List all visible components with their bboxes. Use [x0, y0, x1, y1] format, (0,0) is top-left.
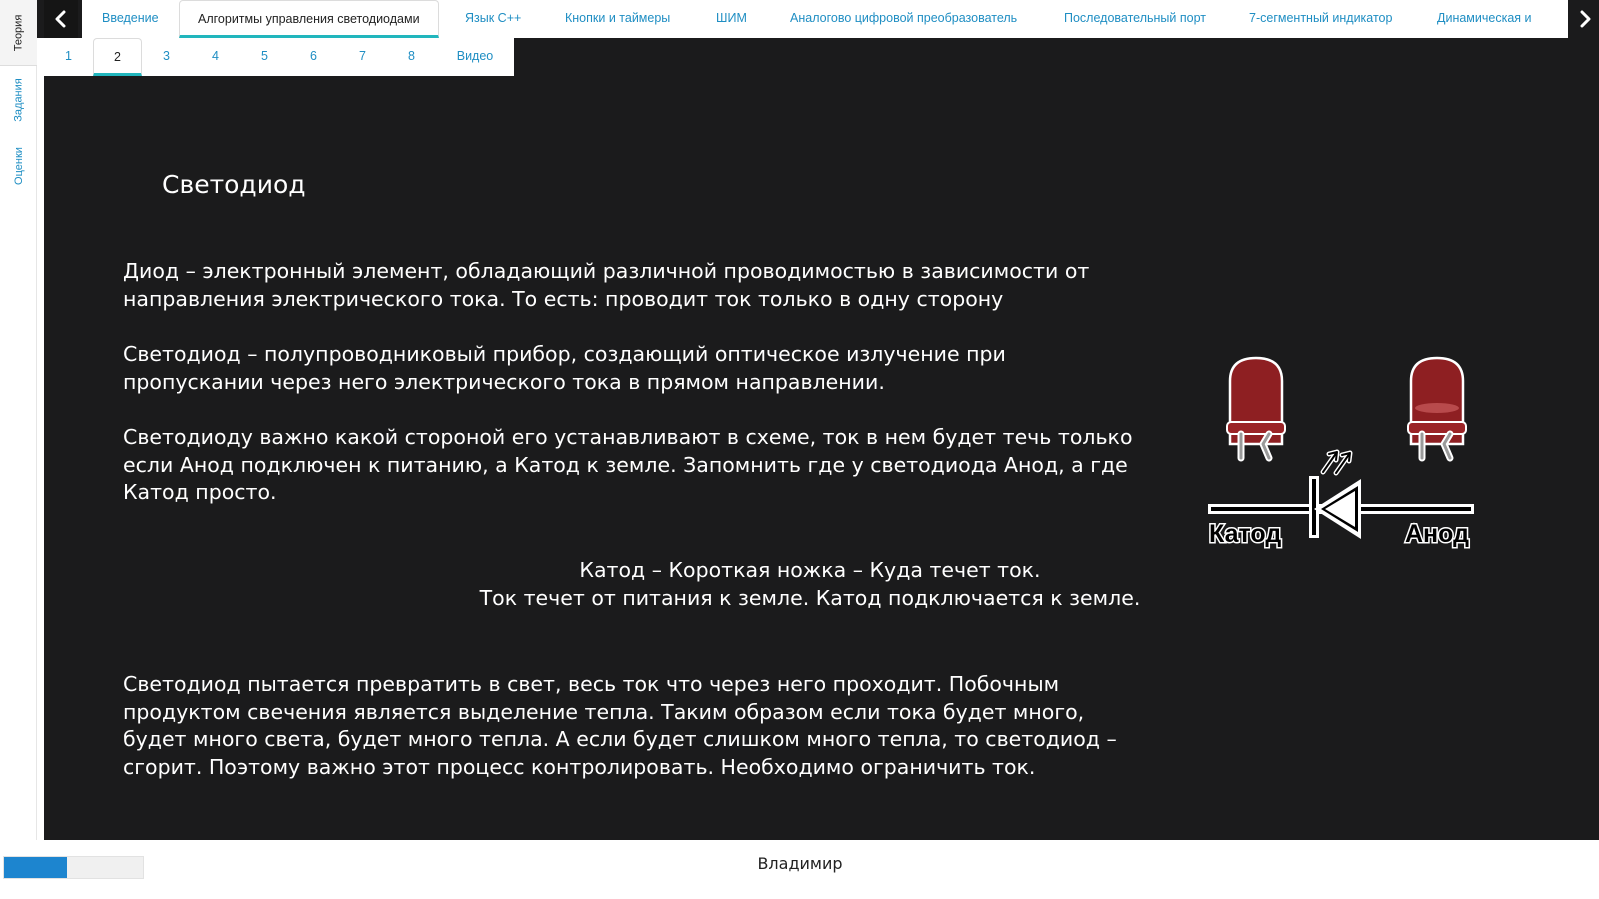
- tab-serial-port[interactable]: Последовательный порт: [1064, 0, 1206, 38]
- chevron-left-icon: [55, 10, 66, 28]
- scroll-tabs-left-button[interactable]: [44, 0, 78, 38]
- cathode-rule-line-1: Катод – Короткая ножка – Куда течет ток.: [579, 558, 1041, 582]
- page-tab-2[interactable]: 2: [93, 38, 142, 76]
- tab-dynamic[interactable]: Динамическая и: [1437, 0, 1532, 38]
- lesson-progress-bar: [3, 856, 144, 879]
- tab-led-algorithms[interactable]: Алгоритмы управления светодиодами: [179, 0, 439, 38]
- anode-label: Анод: [1405, 520, 1469, 548]
- side-tab-grades-label: Оценки: [12, 147, 25, 185]
- page-tab-1[interactable]: 1: [44, 38, 93, 76]
- page-tab-5[interactable]: 5: [240, 38, 289, 76]
- footer-bar: Владимир: [0, 840, 1599, 899]
- led-long-leg-icon: [1407, 356, 1467, 462]
- side-tab-tasks-label: Задания: [12, 78, 25, 122]
- tab-cpp[interactable]: Язык C++: [465, 0, 521, 38]
- top-tabs: Введение Алгоритмы управления светодиода…: [82, 0, 1568, 38]
- side-tab-theory-label: Теория: [12, 14, 25, 51]
- cathode-rule-line-2: Ток течет от питания к земле. Катод подк…: [479, 586, 1141, 610]
- page-tab-8[interactable]: 8: [387, 38, 436, 76]
- top-tab-bar: Введение Алгоритмы управления светодиода…: [37, 0, 1599, 38]
- side-tab-theory[interactable]: Теория: [0, 0, 37, 66]
- page-tab-video[interactable]: Видео: [436, 38, 514, 76]
- paragraph-led: Светодиод – полупроводниковый прибор, со…: [123, 342, 1006, 394]
- user-name[interactable]: Владимир: [700, 854, 900, 873]
- paragraph-current-limit: Светодиод пытается превратить в свет, ве…: [123, 672, 1117, 779]
- tab-adc[interactable]: Аналогово цифровой преобразователь: [790, 0, 1017, 38]
- page-tabs: 1 2 3 4 5 6 7 8 Видео: [44, 38, 514, 76]
- scroll-tabs-right-button[interactable]: [1568, 0, 1599, 38]
- tab-7-segment[interactable]: 7-сегментный индикатор: [1249, 0, 1392, 38]
- slide-title: Светодиод: [162, 170, 306, 199]
- side-tab-grades[interactable]: Оценки: [0, 135, 37, 197]
- tab-introduction[interactable]: Введение: [102, 0, 159, 38]
- lesson-slide: Светодиод Диод – электронный элемент, об…: [44, 76, 1599, 840]
- paragraph-polarity: Светодиоду важно какой стороной его уста…: [123, 425, 1133, 504]
- paragraph-diode: Диод – электронный элемент, обладающий р…: [123, 259, 1090, 311]
- page-tab-4[interactable]: 4: [191, 38, 240, 76]
- chevron-right-icon: [1580, 10, 1591, 28]
- page-tab-3[interactable]: 3: [142, 38, 191, 76]
- led-diagram: Катод Анод: [1208, 356, 1474, 550]
- led-short-leg-icon: [1226, 356, 1286, 462]
- side-tab-tasks[interactable]: Задания: [0, 70, 37, 130]
- page-tab-6[interactable]: 6: [289, 38, 338, 76]
- cathode-label: Катод: [1209, 520, 1281, 548]
- tab-buttons-timers[interactable]: Кнопки и таймеры: [565, 0, 670, 38]
- side-rail: Теория Задания Оценки: [0, 0, 37, 857]
- tab-pwm[interactable]: ШИМ: [716, 0, 747, 38]
- page-tab-7[interactable]: 7: [338, 38, 387, 76]
- progress-fill: [4, 857, 67, 878]
